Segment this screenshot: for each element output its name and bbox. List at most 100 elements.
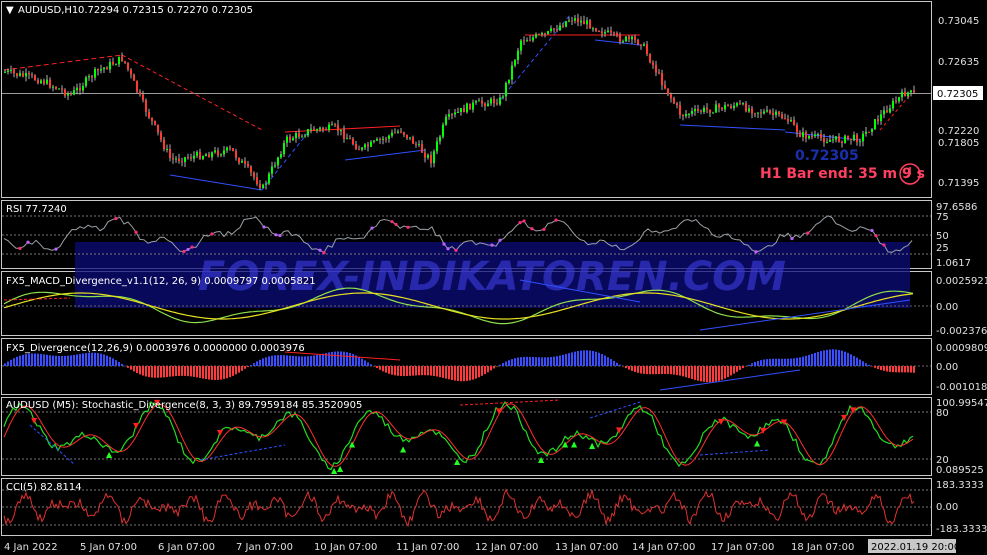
- candle-body: [247, 163, 249, 167]
- candle-body: [322, 127, 324, 130]
- histogram-bar: [88, 352, 90, 366]
- histogram-bar: [61, 356, 63, 366]
- rsi-tick: 75: [936, 212, 949, 223]
- histogram-bar: [631, 366, 633, 371]
- candle-body: [547, 31, 549, 34]
- candle-body: [505, 82, 507, 97]
- histogram-bar: [757, 360, 759, 366]
- candle-body: [451, 114, 453, 116]
- candle-body: [157, 124, 159, 133]
- macd-tick: 0.00: [936, 302, 958, 313]
- candle-body: [160, 132, 162, 140]
- candle-body: [520, 40, 522, 51]
- histogram-bar: [796, 357, 798, 366]
- histogram-bar: [529, 356, 531, 366]
- histogram-bar: [19, 355, 21, 366]
- candle-body: [571, 20, 573, 22]
- candle-body: [442, 124, 444, 137]
- candle-body: [826, 141, 828, 143]
- candle-body: [877, 119, 879, 122]
- candle-body: [31, 74, 33, 76]
- histogram-bar: [139, 366, 141, 375]
- histogram-bar: [460, 366, 462, 382]
- histogram-bar: [493, 366, 495, 369]
- candle-body: [694, 108, 696, 112]
- rsi-dot: [518, 221, 522, 225]
- candle-body: [355, 144, 357, 150]
- histogram-bar: [808, 354, 810, 366]
- candle-body: [28, 73, 30, 75]
- candle-body: [679, 105, 681, 115]
- rsi-dot: [406, 225, 410, 229]
- rsi-dot: [442, 242, 446, 246]
- rsi-dot: [274, 233, 278, 237]
- candle-body: [412, 137, 414, 144]
- candle-body: [895, 100, 897, 102]
- candle-body: [193, 155, 195, 159]
- histogram-bar: [55, 355, 57, 366]
- candle-body: [304, 135, 306, 137]
- histogram-bar: [778, 358, 780, 366]
- histogram-bar: [763, 359, 765, 366]
- candle-body: [340, 129, 342, 132]
- histogram-bar: [370, 364, 372, 366]
- rsi-dot: [54, 247, 58, 251]
- histogram-bar: [718, 366, 720, 381]
- candle-body: [640, 44, 642, 46]
- candle-body: [172, 157, 174, 160]
- histogram-bar: [514, 358, 516, 366]
- candle-body: [607, 30, 609, 33]
- histogram-bar: [697, 366, 699, 381]
- histogram-bar: [661, 366, 663, 375]
- candle-body: [394, 132, 396, 134]
- trading-chart[interactable]: FOREX-INDIKATOREN.COM ▼ AUDUSD,H1 0.7229…: [0, 0, 987, 555]
- divergence-label: FX5_Divergence(12,26,9) 0.0003976 0.0000…: [6, 343, 305, 354]
- candle-body: [109, 61, 111, 70]
- candle-body: [490, 98, 492, 104]
- histogram-bar: [226, 366, 228, 379]
- candle-body: [874, 119, 876, 130]
- candle-body: [811, 136, 813, 138]
- time-label: 6 Jan 07:00: [158, 542, 215, 553]
- histogram-bar: [52, 355, 54, 366]
- candle-body: [511, 65, 513, 80]
- histogram-bar: [115, 360, 117, 366]
- candle-body: [4, 71, 6, 73]
- candle-body: [616, 32, 618, 36]
- histogram-bar: [724, 366, 726, 379]
- candle-body: [625, 36, 627, 42]
- histogram-bar: [454, 366, 456, 381]
- price-tick: 0.72220: [938, 126, 979, 137]
- symbol-dropdown-icon[interactable]: ▼: [6, 5, 14, 16]
- histogram-bar: [571, 352, 573, 366]
- histogram-bar: [85, 353, 87, 366]
- histogram-bar: [895, 366, 897, 373]
- histogram-bar: [46, 354, 48, 366]
- histogram-bar: [67, 355, 69, 366]
- histogram-bar: [676, 366, 678, 376]
- histogram-bar: [802, 356, 804, 366]
- histogram-bar: [241, 366, 243, 371]
- price-tick: 0.71395: [938, 178, 979, 189]
- histogram-bar: [523, 356, 525, 366]
- histogram-bar: [469, 366, 471, 381]
- histogram-bar: [604, 355, 606, 366]
- candle-body: [202, 156, 204, 160]
- candle-body: [580, 20, 582, 23]
- candle-body: [859, 141, 861, 143]
- histogram-bar: [499, 364, 501, 366]
- histogram-bar: [871, 366, 873, 367]
- candle-body: [382, 138, 384, 140]
- sell-arrow-icon: ▼: [760, 426, 767, 435]
- histogram-bar: [433, 366, 435, 377]
- candle-body: [19, 73, 21, 76]
- candle-body: [313, 128, 315, 131]
- histogram-bar: [451, 366, 453, 380]
- candle-body: [277, 157, 279, 166]
- histogram-bar: [103, 354, 105, 366]
- candle-body: [460, 108, 462, 112]
- candle-body: [55, 86, 57, 89]
- candle-body: [208, 154, 210, 158]
- histogram-bar: [640, 366, 642, 374]
- candle-body: [691, 111, 693, 114]
